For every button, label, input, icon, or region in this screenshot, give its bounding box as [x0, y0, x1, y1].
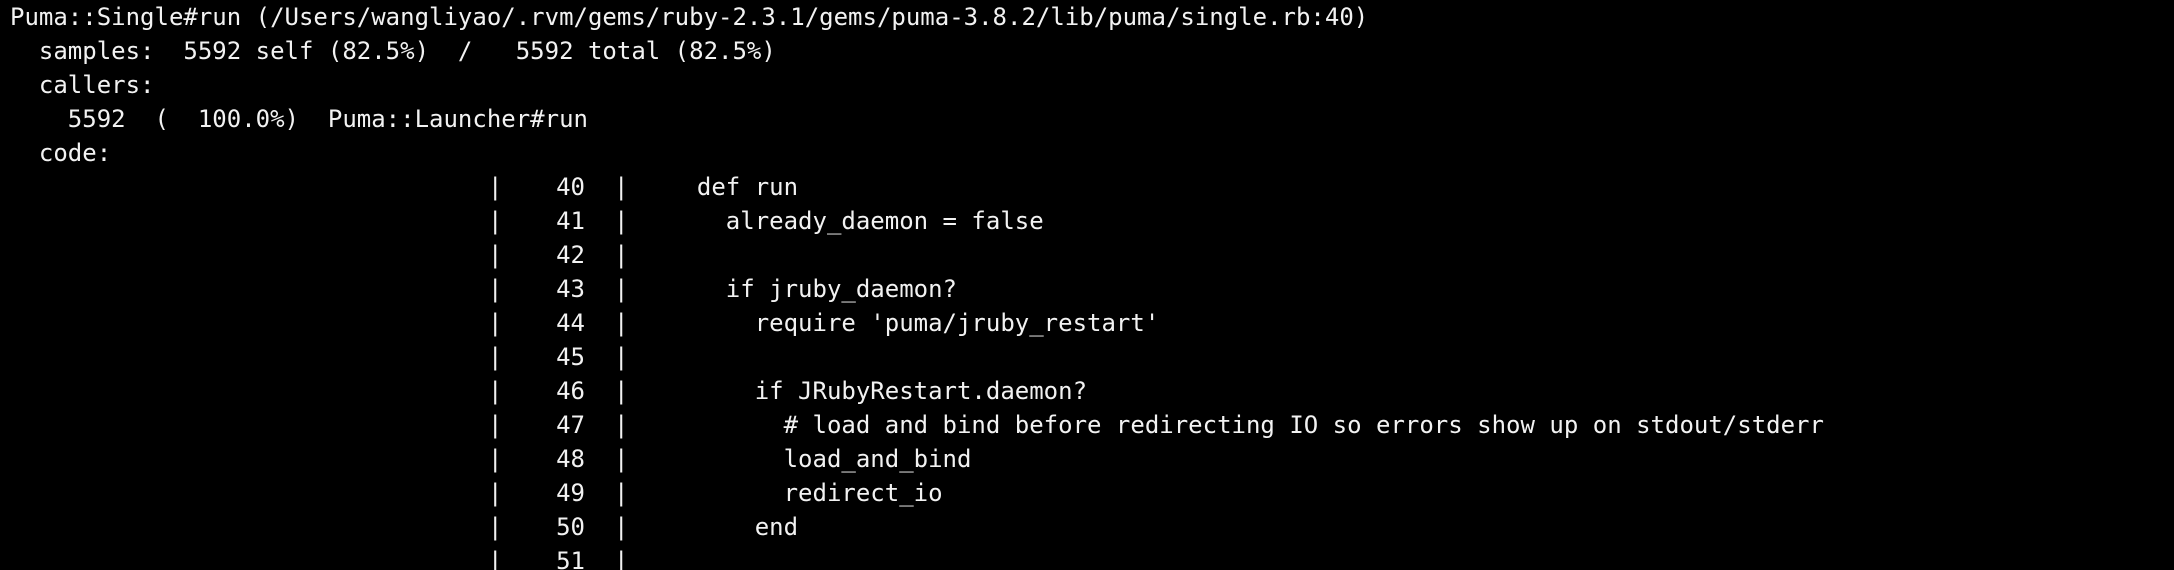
line-number: 45	[556, 343, 585, 371]
gutter-separator: |	[614, 479, 629, 507]
gutter-separator: |	[488, 547, 503, 570]
terminal-window: Puma::Single#run (/Users/wangliyao/.rvm/…	[0, 0, 2174, 570]
line-number: 46	[556, 377, 585, 405]
gutter-separator: |	[488, 411, 503, 439]
line-number: 50	[556, 513, 585, 541]
gutter-separator: |	[488, 377, 503, 405]
gutter-separator: |	[614, 513, 629, 541]
callers-label: callers:	[10, 71, 155, 99]
line-number: 49	[556, 479, 585, 507]
line-number: 47	[556, 411, 585, 439]
gutter-separator: |	[614, 411, 629, 439]
gutter-separator: |	[614, 377, 629, 405]
gutter-separator: |	[614, 547, 629, 570]
code-text: if jruby_daemon?	[668, 275, 957, 303]
code-text: load_and_bind	[668, 445, 972, 473]
gutter-separator: |	[488, 207, 503, 235]
gutter-separator: |	[488, 173, 503, 201]
line-number: 40	[556, 173, 585, 201]
code-text: already_daemon = false	[668, 207, 1044, 235]
caller-entry: 5592 ( 100.0%) Puma::Launcher#run	[10, 105, 588, 133]
gutter-separator: |	[614, 207, 629, 235]
code-text: require 'puma/jruby_restart'	[668, 309, 1160, 337]
gutter-separator: |	[488, 343, 503, 371]
gutter-separator: |	[614, 173, 629, 201]
gutter-separator: |	[488, 513, 503, 541]
gutter-separator: |	[488, 241, 503, 269]
line-number: 41	[556, 207, 585, 235]
line-number: 48	[556, 445, 585, 473]
gutter-separator: |	[614, 241, 629, 269]
gutter-separator: |	[488, 275, 503, 303]
line-number: 44	[556, 309, 585, 337]
gutter-separator: |	[488, 445, 503, 473]
gutter-separator: |	[488, 479, 503, 507]
gutter-separator: |	[614, 309, 629, 337]
code-text: # load and bind before redirecting IO so…	[668, 411, 1824, 439]
gutter-separator: |	[614, 343, 629, 371]
line-number: 42	[556, 241, 585, 269]
code-label: code:	[10, 139, 112, 167]
gutter-separator: |	[614, 445, 629, 473]
line-number: 51	[556, 547, 585, 570]
samples-summary: samples: 5592 self (82.5%) / 5592 total …	[10, 37, 776, 65]
code-text: end	[668, 513, 799, 541]
code-text: def run	[668, 173, 799, 201]
code-text: redirect_io	[668, 479, 943, 507]
gutter-separator: |	[488, 309, 503, 337]
code-text: if JRubyRestart.daemon?	[668, 377, 1088, 405]
line-number: 43	[556, 275, 585, 303]
gutter-separator: |	[614, 275, 629, 303]
method-header: Puma::Single#run (/Users/wangliyao/.rvm/…	[10, 3, 1369, 31]
